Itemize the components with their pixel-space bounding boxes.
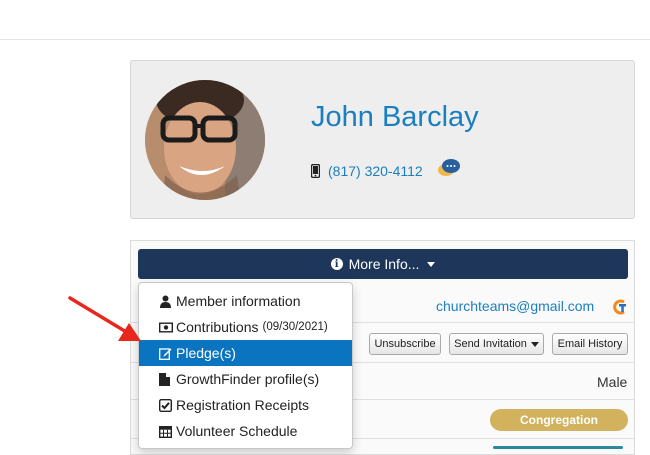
user-icon (159, 295, 172, 308)
email-history-label: Email History (557, 338, 623, 350)
unsubscribe-label: Unsubscribe (374, 338, 436, 350)
menu-item-pledges[interactable]: Pledge(s) (139, 340, 352, 366)
menu-item-label: GrowthFinder profile(s) (176, 371, 320, 387)
more-info-label: More Info... (348, 256, 420, 272)
menu-item-label: Pledge(s) (176, 345, 236, 361)
gender-value: Male (597, 374, 628, 390)
edit-icon (159, 347, 172, 360)
churchteams-logo-icon[interactable] (612, 299, 628, 320)
menu-item-growthfinder-profiles[interactable]: GrowthFinder profile(s) (139, 366, 352, 392)
unsubscribe-button[interactable]: Unsubscribe (369, 333, 441, 355)
menu-item-label: Registration Receipts (176, 397, 310, 413)
caret-down-icon (530, 341, 539, 347)
more-info-dropdown: Member information Contributions (09/30/… (138, 282, 353, 449)
menu-item-member-information[interactable]: Member information (139, 288, 352, 314)
text-message-icon[interactable] (437, 158, 461, 183)
send-invitation-label: Send Invitation (454, 338, 527, 350)
menu-item-label: Member information (176, 293, 301, 309)
checkbox-icon (158, 398, 173, 412)
file-icon (159, 372, 172, 386)
menu-item-label: Contributions (176, 319, 259, 335)
caret-down-icon (427, 261, 436, 267)
profile-name: John Barclay (311, 101, 479, 133)
mobile-phone-icon (310, 163, 321, 178)
menu-item-contributions[interactable]: Contributions (09/30/2021) (139, 314, 352, 340)
calendar-icon (158, 425, 173, 438)
menu-item-volunteer-schedule[interactable]: Volunteer Schedule (139, 418, 352, 444)
menu-item-label: Volunteer Schedule (176, 423, 298, 439)
more-info-button[interactable]: i More Info... (138, 249, 628, 279)
send-invitation-button[interactable]: Send Invitation (449, 333, 544, 355)
phone-number-link[interactable]: (817) 320-4112 (328, 163, 423, 179)
menu-item-registration-receipts[interactable]: Registration Receipts (139, 392, 352, 418)
email-history-button[interactable]: Email History (552, 333, 628, 355)
profile-card: John Barclay (817) 320-4112 (130, 60, 635, 219)
top-bar (0, 0, 650, 40)
contributions-date: (09/30/2021) (262, 321, 328, 333)
info-icon: i (330, 258, 343, 270)
email-link[interactable]: churchteams@gmail.com (436, 298, 594, 314)
phone-row: (817) 320-4112 (310, 158, 461, 183)
money-icon (158, 321, 174, 334)
avatar[interactable] (145, 80, 265, 200)
membership-badge: Congregation (490, 409, 628, 431)
